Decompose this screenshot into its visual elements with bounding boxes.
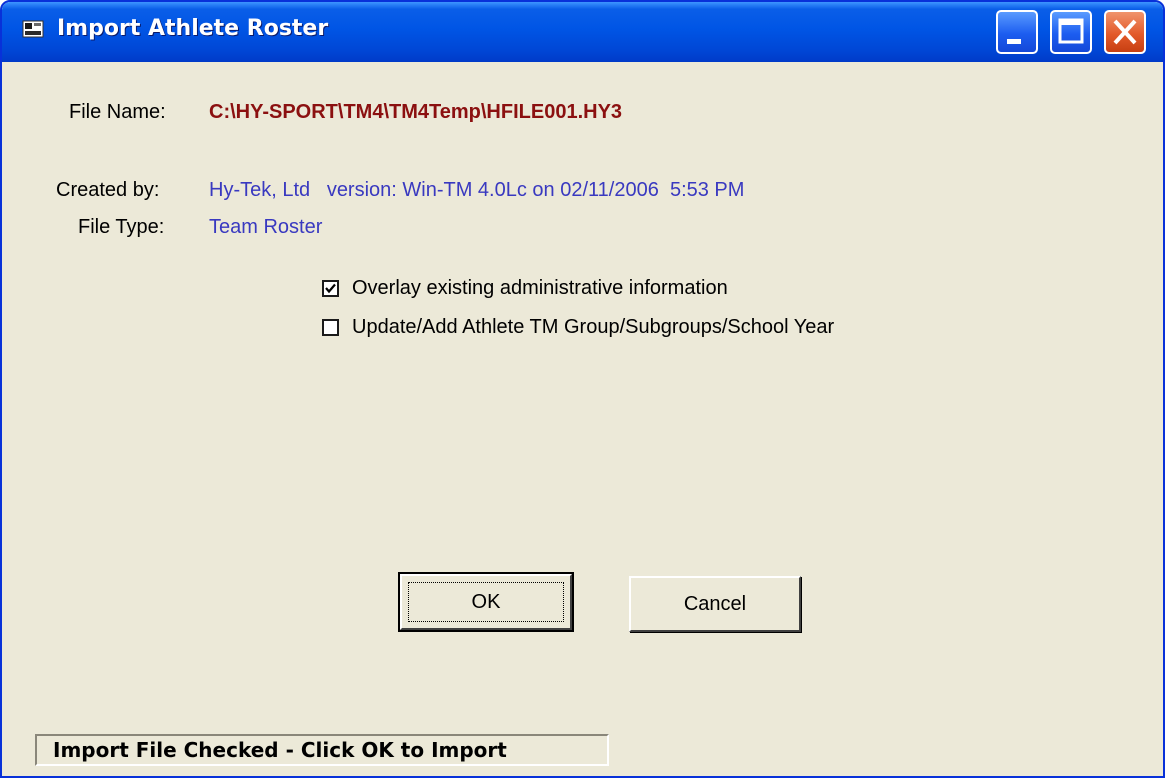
- app-icon: [22, 19, 44, 39]
- cancel-button-label: Cancel: [683, 593, 747, 615]
- created-by-value: Hy-Tek, Ltd version: Win-TM 4.0Lc on 02/…: [209, 179, 745, 201]
- file-name-label: File Name:: [69, 101, 166, 123]
- checkmark-icon: [325, 283, 336, 293]
- minimize-icon: [1007, 39, 1021, 44]
- file-name-value: C:\HY-SPORT\TM4\TM4Temp\HFILE001.HY3: [209, 101, 623, 123]
- window-title: Import Athlete Roster: [57, 16, 329, 41]
- close-icon: [1113, 19, 1137, 45]
- maximize-button[interactable]: [1050, 10, 1092, 54]
- minimize-button[interactable]: [996, 10, 1038, 54]
- overlay-admin-label: Overlay existing administrative informat…: [352, 276, 728, 299]
- ok-button[interactable]: OK: [398, 572, 574, 632]
- created-by-label: Created by:: [56, 179, 160, 201]
- dialog-body: File Name: C:\HY-SPORT\TM4\TM4Temp\HFILE…: [2, 62, 1163, 776]
- update-groups-option[interactable]: Update/Add Athlete TM Group/Subgroups/Sc…: [322, 315, 834, 339]
- import-athlete-roster-window: Import Athlete Roster File Name: C:\HY-S…: [0, 0, 1165, 778]
- update-groups-label: Update/Add Athlete TM Group/Subgroups/Sc…: [352, 315, 835, 338]
- file-type-value: Team Roster: [209, 216, 323, 238]
- file-type-label: File Type:: [78, 216, 165, 238]
- title-bar[interactable]: Import Athlete Roster: [2, 2, 1163, 62]
- status-bar: Import File Checked - Click OK to Import: [35, 734, 609, 766]
- overlay-admin-checkbox[interactable]: [322, 279, 339, 297]
- focus-rectangle: [408, 582, 564, 622]
- status-text: Import File Checked - Click OK to Import: [53, 738, 507, 762]
- close-button[interactable]: [1104, 10, 1146, 54]
- maximize-icon: [1058, 18, 1084, 44]
- overlay-admin-option[interactable]: Overlay existing administrative informat…: [322, 276, 728, 300]
- cancel-button[interactable]: Cancel: [629, 576, 801, 632]
- update-groups-checkbox[interactable]: [322, 318, 339, 336]
